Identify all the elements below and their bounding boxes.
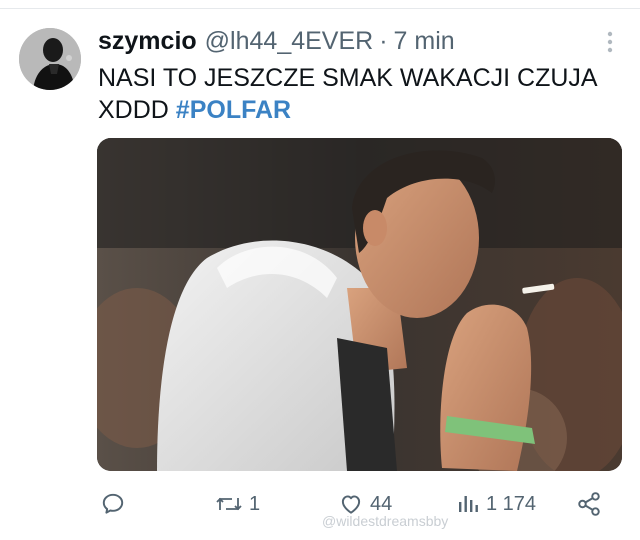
tweet-card: szymcio @lh44_4EVER · 7 min NASI TO JESZ… [0,0,640,540]
retweet-count: 1 [249,492,261,515]
avatar-image [19,28,81,90]
tweet-text-line-2: XDDD #POLFAR [98,94,623,126]
hashtag-link[interactable]: #POLFAR [176,96,291,124]
avatar[interactable] [19,28,81,90]
reply-icon [102,493,124,514]
tweet-text-line-1: NASI TO JESZCZE SMAK WAKACJI CZUJA [98,64,598,92]
tweet-text: NASI TO JESZCZE SMAK WAKACJI CZUJA XDDD … [98,62,623,126]
tweet-header: szymcio @lh44_4EVER · 7 min [98,24,455,58]
separator-dot: · [379,27,388,55]
watermark: @wildestdreamsbby [322,513,449,529]
tweet-photo[interactable] [97,138,622,471]
share-button[interactable] [576,484,602,524]
views-icon [459,496,478,512]
user-handle[interactable]: @lh44_4EVER [205,24,374,58]
more-vertical-icon[interactable] [600,28,620,56]
display-name[interactable]: szymcio [98,24,197,58]
action-bar: 1 44 1 174 [0,484,640,524]
views-count: 1 174 [486,492,537,515]
retweet-button[interactable]: 1 [215,484,260,524]
share-icon [578,492,600,516]
reply-button[interactable] [100,484,126,524]
views-button[interactable]: 1 174 [456,484,536,524]
tweet-text-prefix: XDDD [98,96,176,124]
retweet-icon [216,497,242,511]
divider [0,8,640,9]
timestamp[interactable]: 7 min [394,24,455,58]
photo-image [97,138,622,471]
